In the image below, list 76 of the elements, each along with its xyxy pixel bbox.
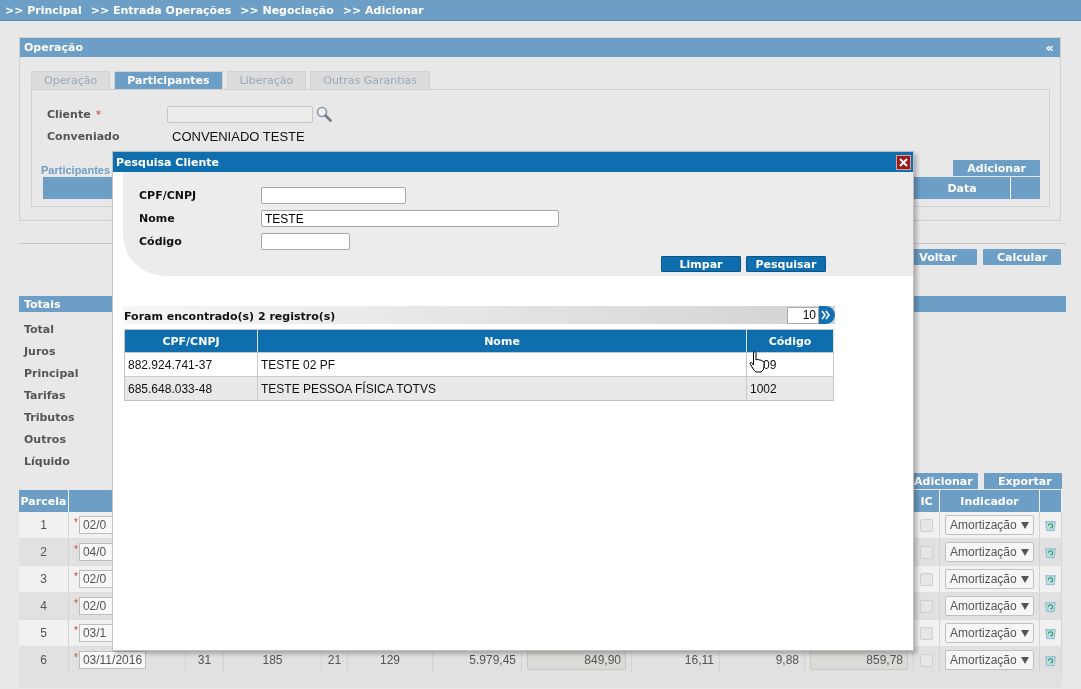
checkbox[interactable] <box>920 626 933 640</box>
caret-icon <box>1021 602 1029 610</box>
field-label: Conveniado <box>47 129 121 143</box>
checkbox[interactable] <box>920 518 933 532</box>
required-mark: * <box>74 652 78 663</box>
hand-cursor-icon <box>749 351 765 373</box>
field-label: Nome <box>139 212 176 225</box>
table-button[interactable]: Exportar <box>984 473 1062 489</box>
caret-icon <box>1021 521 1029 529</box>
required-mark: * <box>95 107 103 121</box>
total-label: Juros <box>24 344 56 360</box>
indicator-select[interactable]: Amortização <box>945 596 1034 616</box>
total-label: Líquido <box>24 454 70 470</box>
field-label: CPF/CNPJ <box>139 189 198 202</box>
action-button[interactable]: Calcular <box>983 249 1061 265</box>
breadcrumb-link[interactable]: >> Negociação <box>240 3 334 17</box>
required-mark: * <box>74 544 78 555</box>
table-cell: 5 <box>19 620 69 646</box>
date-field[interactable]: 03/11/2016 <box>78 651 146 669</box>
client-field[interactable] <box>166 105 313 123</box>
dialog-button[interactable]: Limpar <box>661 256 741 272</box>
breadcrumb-link[interactable]: >> Principal <box>5 3 82 17</box>
page-size-field[interactable]: 10 <box>787 306 819 324</box>
conveniado-value: CONVENIADO TESTE <box>171 128 305 144</box>
dialog-button[interactable]: Pesquisar <box>746 256 826 272</box>
table-cell: 2 <box>19 539 69 565</box>
required-mark: * <box>74 598 78 609</box>
caret-icon <box>1021 629 1029 637</box>
required-mark: * <box>74 571 78 582</box>
table-cell: 3 <box>19 566 69 592</box>
total-label: Tarifas <box>24 388 66 404</box>
table-cell[interactable]: TESTE PESSOA FÍSICA TOTVS <box>258 377 747 400</box>
total-label: Total <box>24 322 55 338</box>
checkbox[interactable] <box>920 572 933 586</box>
column-header[interactable]: Nome <box>258 330 747 352</box>
section-title: Participantes <box>41 164 111 176</box>
caret-icon <box>1021 575 1029 583</box>
total-label: Outros <box>24 432 66 448</box>
tab[interactable]: Participantes <box>114 71 223 89</box>
table-cell: 1 <box>19 512 69 538</box>
caret-icon <box>1021 548 1029 556</box>
indicator-select[interactable]: Amortização <box>945 623 1034 643</box>
total-label: Tributos <box>24 410 75 426</box>
table-cell[interactable]: 685.648.033-48 <box>125 377 258 400</box>
panel-title: Operação <box>24 41 84 54</box>
field-label: Cliente <box>47 107 91 121</box>
next-page-icon[interactable] <box>819 306 835 324</box>
table-cell: 6 <box>19 647 69 673</box>
collapse-toggle[interactable]: « <box>1045 40 1054 55</box>
breadcrumb-link[interactable]: >> Adicionar <box>342 3 424 17</box>
dialog-title: Pesquisa Cliente <box>116 155 219 169</box>
amount-field: 849,90 <box>527 650 626 670</box>
indicator-select[interactable]: Amortização <box>945 515 1034 535</box>
input-field[interactable] <box>261 233 350 250</box>
total-label: Principal <box>24 366 79 382</box>
field-label: Código <box>139 235 183 248</box>
amount-field: 859,78 <box>810 650 908 670</box>
search-icon[interactable] <box>315 106 332 122</box>
results-summary: Foram encontrado(s) 2 registro(s) <box>123 309 337 323</box>
caret-icon <box>1021 656 1029 664</box>
input-field[interactable] <box>261 187 406 204</box>
breadcrumb-link[interactable]: >> Entrada Operações <box>90 3 232 17</box>
required-mark: * <box>74 517 78 528</box>
indicator-select[interactable]: Amortização <box>945 650 1034 670</box>
required-mark: * <box>74 625 78 636</box>
checkbox[interactable] <box>920 599 933 613</box>
indicator-select[interactable]: Amortização <box>945 542 1034 562</box>
close-icon[interactable] <box>896 154 911 170</box>
table-cell: 4 <box>19 593 69 619</box>
indicator-select[interactable]: Amortização <box>945 569 1034 589</box>
table-cell[interactable]: 1002 <box>747 377 834 400</box>
add-button[interactable]: Adicionar <box>953 160 1040 176</box>
checkbox[interactable] <box>920 545 933 559</box>
input-field[interactable]: TESTE <box>261 210 559 227</box>
column-header[interactable]: CPF/CNPJ <box>125 330 258 352</box>
section-title: Totais <box>24 297 61 311</box>
